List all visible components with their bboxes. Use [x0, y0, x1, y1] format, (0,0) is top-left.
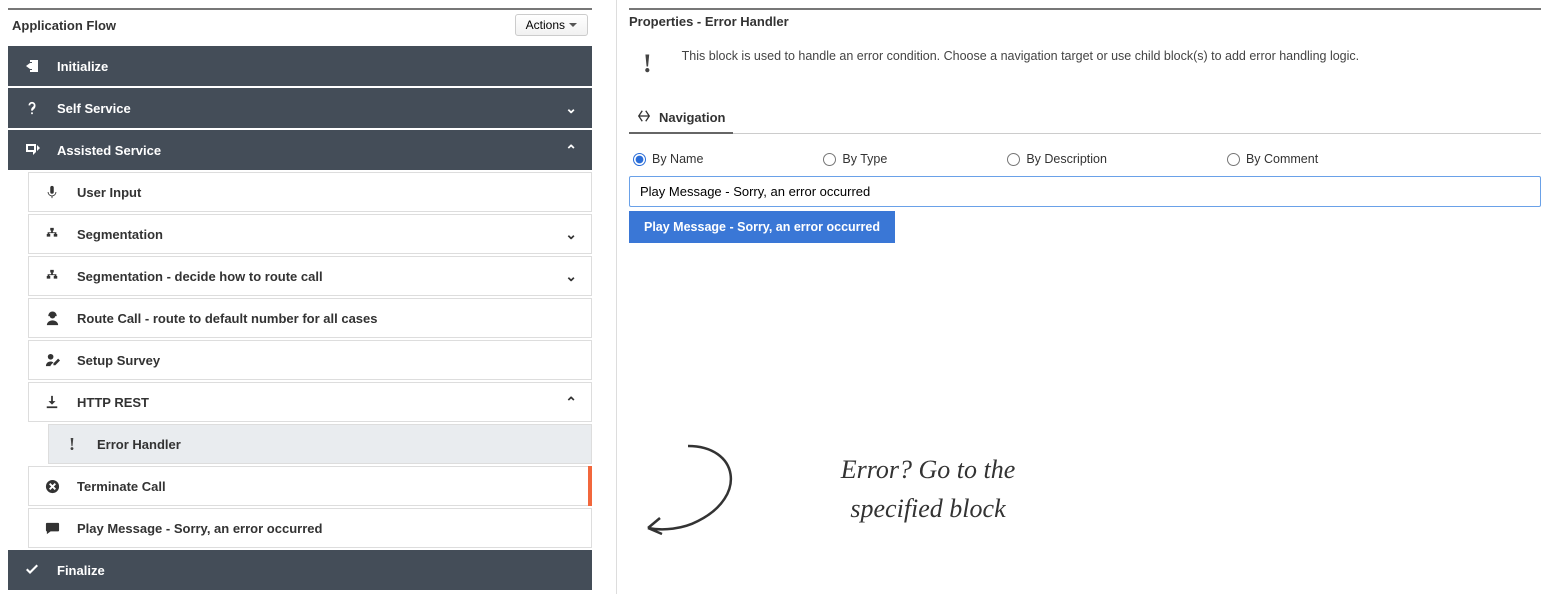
hierarchy-icon — [43, 227, 61, 241]
annotation-text: Error? Go to the specified block — [788, 450, 1068, 528]
panel-title: Application Flow — [12, 18, 116, 33]
navigation-search-input[interactable] — [629, 176, 1541, 207]
flow-finalize[interactable]: Finalize — [8, 550, 592, 590]
agent-icon — [43, 311, 61, 326]
flow-setup-survey[interactable]: Setup Survey — [28, 340, 592, 380]
flow-self-service[interactable]: Self Service ⌄ — [8, 88, 592, 128]
flow-play-message[interactable]: Play Message - Sorry, an error occurred — [28, 508, 592, 548]
share-icon — [23, 142, 41, 158]
hierarchy-icon — [43, 269, 61, 283]
properties-description-row: ! This block is used to handle an error … — [629, 39, 1541, 103]
exclamation-icon: ! — [643, 49, 652, 79]
login-icon — [23, 58, 41, 74]
flow-error-handler[interactable]: ! Error Handler — [48, 424, 592, 464]
radio-by-name[interactable]: By Name — [633, 152, 703, 166]
chevron-down-icon — [569, 23, 577, 27]
chat-icon — [43, 521, 61, 536]
microphone-icon — [43, 185, 61, 199]
chevron-up-icon: ⌃ — [565, 394, 577, 411]
flow-initialize[interactable]: Initialize — [8, 46, 592, 86]
panel-header: Application Flow Actions — [8, 8, 592, 46]
flow-http-rest[interactable]: HTTP REST ⌃ — [28, 382, 592, 422]
question-icon — [23, 101, 41, 115]
terminate-icon — [43, 479, 61, 494]
exclamation-icon: ! — [63, 434, 81, 455]
chevron-up-icon: ⌃ — [565, 142, 577, 159]
chevron-down-icon: ⌄ — [565, 268, 577, 285]
flow-segmentation-decide[interactable]: Segmentation - decide how to route call … — [28, 256, 592, 296]
person-edit-icon — [43, 353, 61, 368]
download-icon — [43, 395, 61, 409]
annotation-arrow — [628, 436, 778, 546]
check-icon — [23, 562, 41, 578]
tab-navigation[interactable]: Navigation — [629, 103, 733, 134]
flow-user-input[interactable]: User Input — [28, 172, 592, 212]
flow-route-call[interactable]: Route Call - route to default number for… — [28, 298, 592, 338]
navigation-result-item[interactable]: Play Message - Sorry, an error occurred — [629, 211, 895, 243]
flow-segmentation[interactable]: Segmentation ⌄ — [28, 214, 592, 254]
radio-by-description[interactable]: By Description — [1007, 152, 1107, 166]
properties-title: Properties - Error Handler — [629, 8, 1541, 39]
properties-description: This block is used to handle an error co… — [682, 49, 1359, 63]
radio-filter-row: By Name By Type By Description By Commen… — [629, 152, 1541, 176]
actions-button[interactable]: Actions — [515, 14, 588, 36]
chevron-down-icon: ⌄ — [565, 226, 577, 243]
navigation-icon — [637, 109, 651, 126]
tab-bar: Navigation — [629, 103, 1541, 134]
application-flow-panel: Application Flow Actions Initialize Self… — [0, 0, 600, 594]
radio-by-comment[interactable]: By Comment — [1227, 152, 1318, 166]
chevron-down-icon: ⌄ — [565, 100, 577, 117]
radio-by-type[interactable]: By Type — [823, 152, 887, 166]
flow-assisted-service[interactable]: Assisted Service ⌃ — [8, 130, 592, 170]
flow-terminate-call[interactable]: Terminate Call — [28, 466, 592, 506]
